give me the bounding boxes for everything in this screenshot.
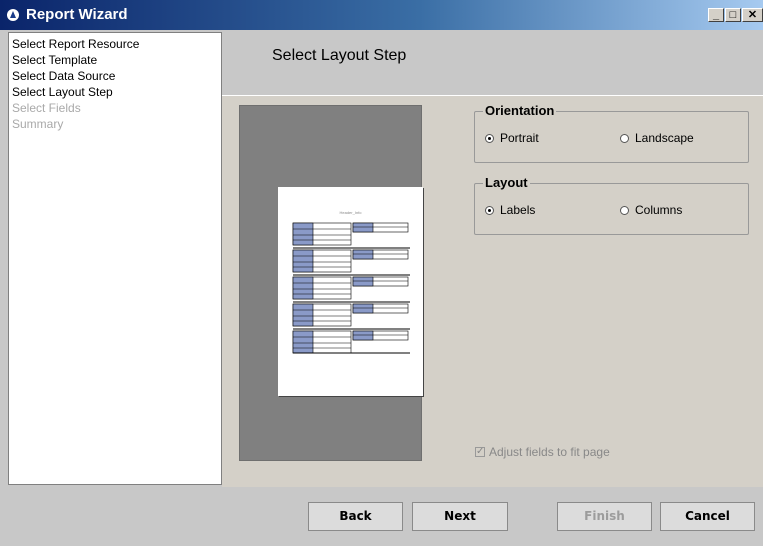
report-wizard-app-icon xyxy=(7,9,19,21)
finish-button: Finish xyxy=(557,502,652,531)
landscape-label: Landscape xyxy=(635,131,694,145)
step-select-report-resource[interactable]: Select Report Resource xyxy=(12,36,221,52)
close-button[interactable]: ✕ xyxy=(742,8,763,22)
layout-preview-area: Header_Info xyxy=(239,105,423,461)
checkbox-checked-icon: ✓ xyxy=(475,446,485,457)
preview-label-blocks xyxy=(292,222,410,354)
radio-selected-icon xyxy=(485,133,494,143)
wizard-steps-list: Select Report Resource Select Template S… xyxy=(8,32,222,485)
orientation-group: Orientation Portrait Landscape xyxy=(474,103,749,163)
portrait-radio[interactable]: Portrait xyxy=(485,131,539,145)
close-icon: ✕ xyxy=(747,9,758,21)
layout-content-panel: Header_Info Orientation Portrait Landsca… xyxy=(222,95,763,487)
page-title: Select Layout Step xyxy=(272,47,407,64)
adjust-fields-checkbox[interactable]: ✓ Adjust fields to fit page xyxy=(475,445,610,459)
labels-label: Labels xyxy=(500,203,536,217)
columns-radio[interactable]: Columns xyxy=(620,203,682,217)
step-select-data-source[interactable]: Select Data Source xyxy=(12,68,221,84)
landscape-radio[interactable]: Landscape xyxy=(620,131,694,145)
step-header: Select Layout Step xyxy=(222,30,763,93)
labels-radio[interactable]: Labels xyxy=(485,203,535,217)
cancel-button[interactable]: Cancel xyxy=(660,502,755,531)
portrait-label: Portrait xyxy=(500,131,539,145)
back-button[interactable]: Back xyxy=(308,502,403,531)
page-preview: Header_Info xyxy=(278,187,423,396)
radio-selected-icon xyxy=(485,205,494,215)
columns-label: Columns xyxy=(635,203,683,217)
maximize-button[interactable]: □ xyxy=(725,8,741,22)
title-bar[interactable]: Report Wizard _ □ ✕ xyxy=(0,0,763,30)
window-title: Report Wizard xyxy=(26,6,128,23)
step-select-fields: Select Fields xyxy=(12,101,81,115)
next-button[interactable]: Next xyxy=(412,502,508,531)
layout-group: Layout Labels Columns xyxy=(474,175,749,235)
layout-legend: Layout xyxy=(483,175,530,190)
step-select-layout-step[interactable]: Select Layout Step xyxy=(12,84,221,100)
step-summary: Summary xyxy=(12,117,64,131)
minimize-button[interactable]: _ xyxy=(708,8,724,22)
adjust-fields-label: Adjust fields to fit page xyxy=(489,445,610,459)
radio-unselected-icon xyxy=(620,133,629,143)
radio-unselected-icon xyxy=(620,205,629,215)
orientation-legend: Orientation xyxy=(483,103,557,118)
step-select-template[interactable]: Select Template xyxy=(12,52,221,68)
